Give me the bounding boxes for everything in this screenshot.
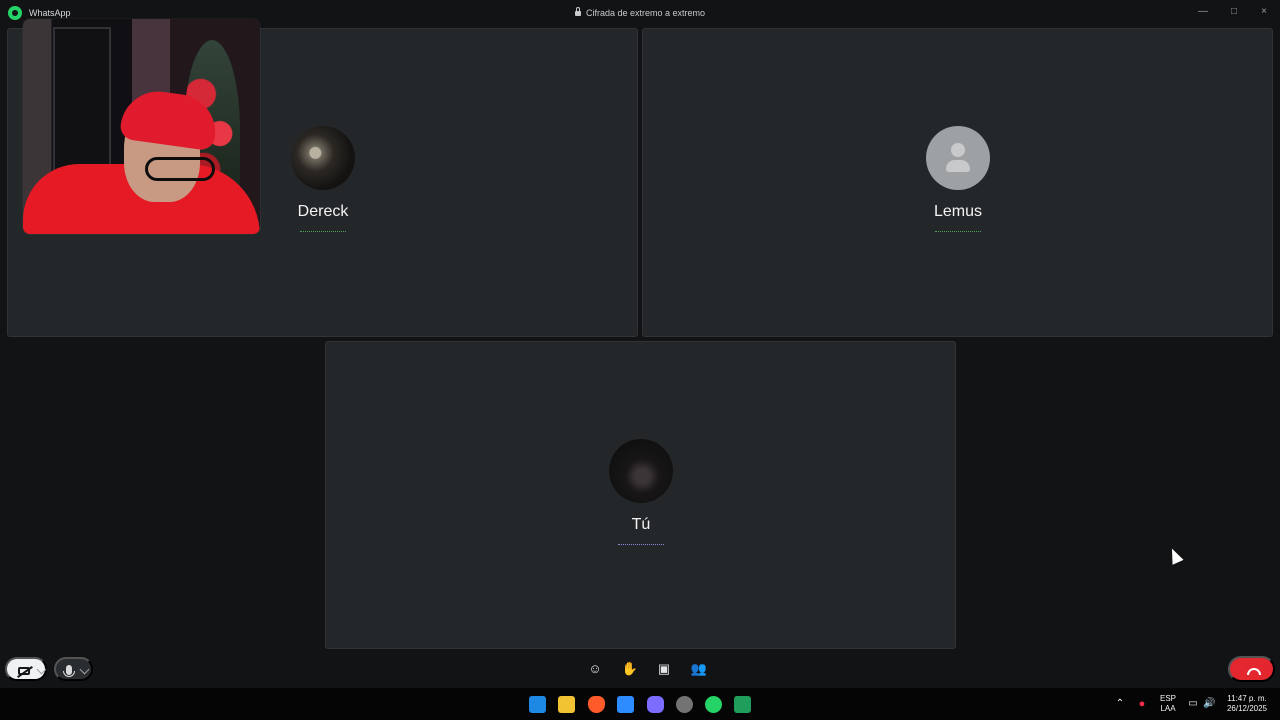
minimize-button[interactable]: — — [1192, 4, 1214, 20]
participant-lemus: Lemus — [898, 126, 1018, 232]
clock[interactable]: 11:47 p. m. 26/12/2025 — [1222, 694, 1272, 714]
microphone-toggle-button[interactable] — [54, 657, 93, 681]
self-video-preview[interactable] — [23, 19, 260, 234]
windows-taskbar — [0, 688, 1280, 720]
participant-name: Tú — [631, 516, 651, 533]
lock-icon — [574, 7, 581, 16]
speaking-indicator — [618, 544, 664, 545]
emoji-icon[interactable]: ☺ — [586, 660, 604, 678]
language: ESP — [1159, 694, 1176, 703]
participant-tile-lemus[interactable]: Lemus — [642, 28, 1273, 337]
chrome-icon[interactable] — [676, 696, 693, 713]
spreadsheet-icon[interactable] — [734, 696, 751, 713]
mouse-cursor — [1166, 546, 1184, 565]
default-user-icon — [926, 126, 990, 190]
chevron-down-icon[interactable] — [36, 664, 47, 675]
store-icon[interactable] — [617, 696, 634, 713]
speaking-indicator — [935, 231, 981, 232]
participant-tile-self[interactable]: Tú — [325, 341, 956, 649]
participant-name: Dereck — [297, 203, 349, 220]
brave-icon[interactable] — [588, 696, 605, 713]
participant-dereck: Dereck — [263, 126, 383, 232]
hangup-icon — [1247, 668, 1261, 675]
files-icon[interactable] — [558, 696, 575, 713]
camera-toggle-button[interactable] — [5, 657, 47, 681]
participant-name: Lemus — [933, 203, 983, 220]
date: 26/12/2025 — [1226, 704, 1268, 713]
encryption-label: Cifrada de extremo a extremo — [585, 8, 706, 18]
chevron-down-icon[interactable] — [79, 664, 90, 675]
raise-hand-icon[interactable]: ✋ — [621, 660, 639, 678]
volume-icon[interactable]: 🔊 — [1203, 699, 1215, 709]
game-icon[interactable] — [647, 696, 664, 713]
show-hidden-icons-icon[interactable]: ⌃ — [1115, 699, 1125, 709]
microphone-icon — [63, 665, 75, 677]
self-avatar — [609, 439, 673, 503]
language-indicator[interactable]: ESP LAA — [1158, 694, 1178, 714]
whatsapp-icon[interactable] — [705, 696, 722, 713]
region: LAA — [1160, 704, 1176, 713]
time: 11:47 p. m. — [1227, 694, 1267, 703]
network-icon[interactable]: ▭ — [1187, 699, 1199, 709]
camera-off-icon — [18, 667, 30, 675]
encryption-status: Cifrada de extremo a extremo — [0, 7, 1280, 18]
windows-icon[interactable] — [529, 696, 546, 713]
speaking-indicator — [300, 231, 346, 232]
maximize-button[interactable]: □ — [1223, 4, 1245, 20]
share-screen-icon[interactable]: ▣ — [655, 660, 673, 678]
close-button[interactable]: × — [1253, 4, 1275, 20]
glasses — [145, 157, 215, 181]
participant-self: Tú — [581, 439, 701, 545]
end-call-button[interactable] — [1228, 656, 1275, 682]
dereck-avatar — [291, 126, 355, 190]
participants-icon[interactable]: 👥 — [690, 660, 708, 678]
microphone-indicator-icon[interactable]: ● — [1137, 699, 1147, 710]
